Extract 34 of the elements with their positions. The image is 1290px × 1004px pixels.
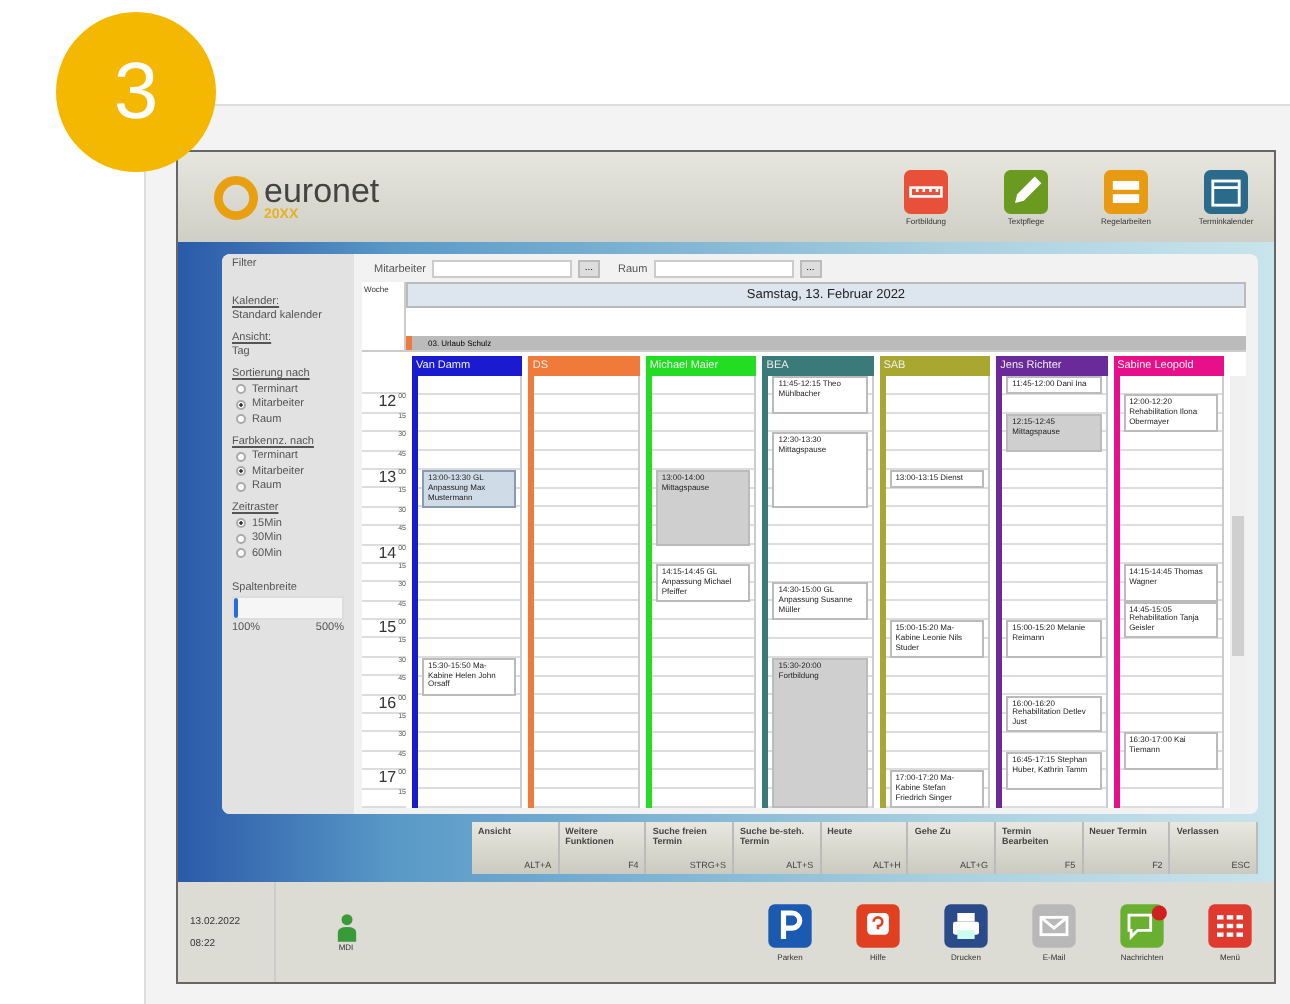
filter-field[interactable] [431,260,572,278]
radio-icon[interactable] [236,466,246,476]
logo-icon [214,175,258,219]
radio-icon[interactable] [236,414,246,424]
logo-name: euronet [264,173,380,207]
radio-icon[interactable] [236,384,246,394]
radio-icon[interactable] [236,548,246,558]
help-icon [852,903,904,947]
slider-thumb[interactable] [234,597,239,617]
radio-icon[interactable] [236,399,246,409]
radio-icon[interactable] [236,533,246,543]
scrollbar[interactable] [1229,376,1246,808]
pencil-icon [1004,169,1048,213]
hour-label: 16 [378,695,397,712]
ruler-icon [904,169,948,213]
hour-label: 12 [378,394,397,411]
filter-field[interactable] [653,260,794,278]
message-icon [1116,903,1168,947]
radio-icon[interactable] [236,451,246,461]
hour-label: 17 [378,770,397,787]
column-width-slider[interactable] [232,595,344,619]
mail-icon [1028,903,1080,947]
park-icon [764,903,816,947]
print-icon [940,903,992,947]
radio-icon[interactable] [236,481,246,491]
hour-label: 15 [378,620,397,637]
step-number-badge: 3 [56,12,216,172]
hour-label: 14 [378,545,397,562]
calendar-icon [1204,169,1248,213]
form-icon [1104,169,1148,213]
hour-label: 13 [378,469,397,486]
menu-icon [1204,903,1256,947]
person-icon [335,912,357,942]
radio-icon[interactable] [236,518,246,528]
